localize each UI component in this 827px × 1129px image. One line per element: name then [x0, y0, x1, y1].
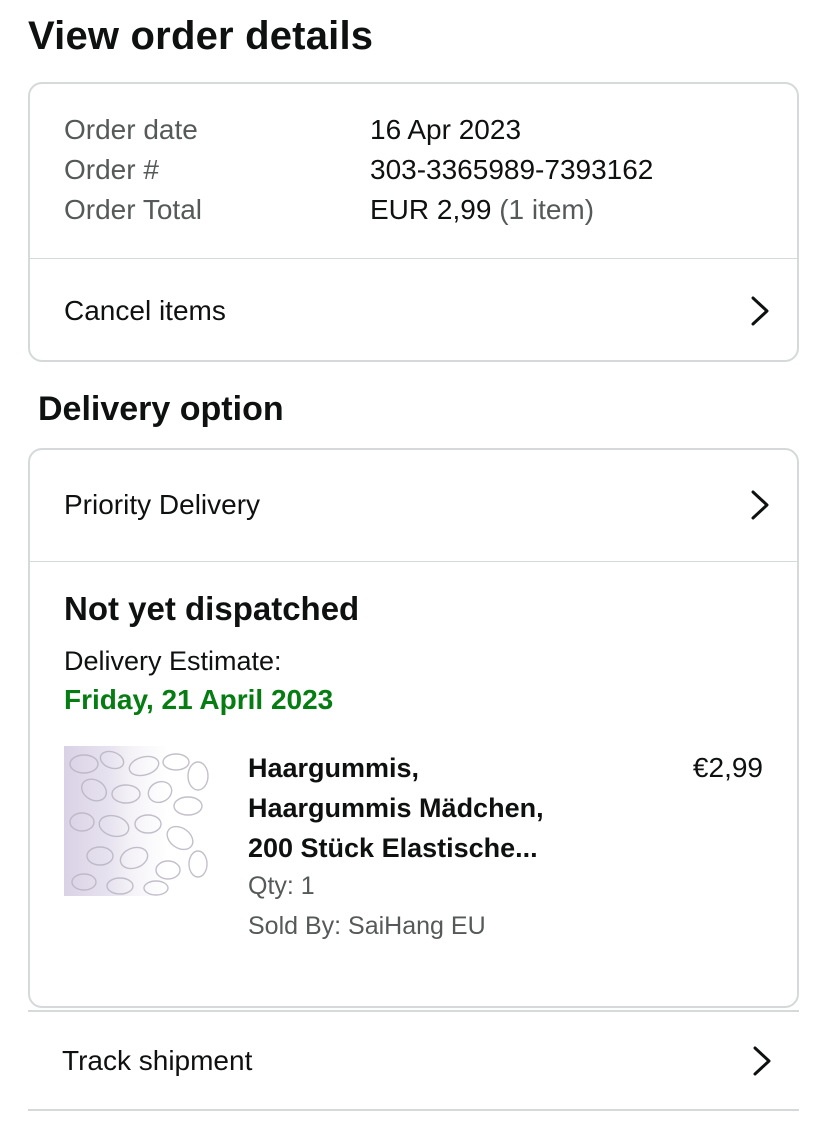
delivery-option-label: Priority Delivery [64, 489, 261, 520]
delivery-card: Priority Delivery Not yet dispatched Del… [28, 448, 799, 1008]
product-title-line: Haargummis, [248, 753, 420, 783]
order-total-items: (1 item) [499, 194, 595, 225]
chevron-right-icon [751, 490, 769, 520]
order-summary-card: Order date 16 Apr 2023 Order # 303-33659… [28, 82, 799, 362]
product-title-line: Haargummis Mädchen, [248, 793, 544, 823]
delivery-divider [30, 561, 797, 562]
cancel-items-label: Cancel items [64, 294, 226, 326]
product-title-link[interactable]: Haargummis, Haargummis Mädchen, 200 Stüc… [248, 748, 628, 868]
order-summary-grid: Order date 16 Apr 2023 Order # 303-33659… [64, 112, 653, 227]
page-title: View order details [28, 14, 374, 58]
product-price: €2,99 [692, 752, 763, 783]
order-total-value: EUR 2,99 [370, 194, 492, 225]
product-seller: Sold By: SaiHang EU [248, 912, 486, 940]
track-shipment-label: Track shipment [62, 1044, 253, 1076]
order-total-label: Order Total [64, 194, 202, 225]
product-title-line: 200 Stück Elastische... [248, 833, 538, 863]
order-number-label: Order # [64, 154, 159, 185]
delivery-section-title: Delivery option [38, 390, 284, 428]
chevron-right-icon [751, 296, 769, 325]
cancel-items-row[interactable]: Cancel items [30, 259, 797, 362]
chevron-right-icon [753, 1046, 771, 1075]
order-date-value: 16 Apr 2023 [370, 114, 522, 145]
delivery-estimate-label: Delivery Estimate: [64, 646, 282, 676]
track-shipment-row[interactable]: Track shipment [28, 1010, 799, 1111]
delivery-estimate-date: Friday, 21 April 2023 [64, 684, 334, 715]
hair-ties-thumbnail-icon [69, 750, 209, 896]
priority-delivery-row[interactable]: Priority Delivery [30, 450, 797, 560]
shipment-status: Not yet dispatched [64, 590, 360, 627]
order-date-label: Order date [64, 114, 198, 145]
product-quantity: Qty: 1 [248, 872, 315, 900]
order-number-value: 303-3365989-7393162 [370, 154, 654, 185]
order-total-value-wrap: EUR 2,99 (1 item) [370, 192, 653, 227]
product-image[interactable] [64, 746, 212, 896]
